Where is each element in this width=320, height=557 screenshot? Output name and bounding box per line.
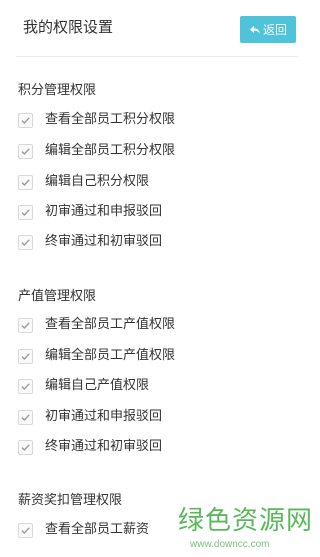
permission-checkbox[interactable] [18,143,33,159]
page-title: 我的权限设置 [23,18,114,36]
permission-row[interactable]: 初审通过和申报驳回 [18,406,162,428]
check-icon [21,116,30,124]
permission-row[interactable]: 查看全部员工积分权限 [18,109,175,131]
check-icon [21,178,30,186]
section-title-output: 产值管理权限 [18,289,97,304]
permission-label: 编辑自己产值权限 [45,378,150,393]
check-icon [21,321,30,329]
permission-row[interactable]: 查看全部员工产值权限 [18,314,175,336]
check-icon [21,147,30,155]
permission-row[interactable]: 编辑自己产值权限 [18,375,149,397]
check-icon [21,208,30,216]
permission-checkbox[interactable] [18,174,33,190]
back-arrow-icon [249,24,261,36]
header-divider [16,56,298,57]
permission-checkbox[interactable] [18,204,33,220]
back-button[interactable]: 返回 [240,16,296,43]
permission-checkbox[interactable] [18,112,33,128]
section-title-salary: 薪资奖扣管理权限 [18,493,123,508]
permission-checkbox[interactable] [18,439,33,455]
check-icon [21,526,30,534]
permission-checkbox[interactable] [18,522,33,538]
permission-checkbox[interactable] [18,378,33,394]
permission-label: 编辑全部员工产值权限 [45,348,176,363]
permission-label: 查看全部员工积分权限 [45,112,176,127]
permission-row[interactable]: 初审通过和申报驳回 [18,201,162,223]
permission-label: 查看全部员工薪资 [45,522,150,537]
check-icon [21,413,30,421]
permission-row[interactable]: 编辑全部员工产值权限 [18,345,175,367]
back-button-label: 返回 [262,23,287,37]
check-icon [21,238,30,246]
permission-label: 编辑全部员工积分权限 [45,143,176,158]
permission-checkbox[interactable] [18,317,33,333]
permission-row[interactable]: 编辑自己积分权限 [18,171,149,193]
watermark-url: www.downcc.com [190,539,270,550]
watermark: 绿色资源网 www.downcc.com [178,505,312,551]
check-icon [21,382,30,390]
section-title-points: 积分管理权限 [18,83,97,98]
check-icon [21,443,30,451]
permission-row[interactable]: 终审通过和初审驳回 [18,231,162,253]
permission-label: 查看全部员工产值权限 [45,317,176,332]
check-icon [21,352,30,360]
permission-row[interactable]: 编辑全部员工积分权限 [18,140,175,162]
permission-label: 终审通过和初审驳回 [45,234,163,249]
permission-checkbox[interactable] [18,234,33,250]
permission-label: 终审通过和初审驳回 [45,439,163,454]
permission-label: 初审通过和申报驳回 [45,204,163,219]
permission-row[interactable]: 查看全部员工薪资 [18,519,149,541]
permission-checkbox[interactable] [18,409,33,425]
permission-label: 编辑自己积分权限 [45,174,150,189]
permission-checkbox[interactable] [18,348,33,364]
page-header: 我的权限设置 返回 [0,0,314,57]
watermark-text: 绿色资源网 [178,506,314,536]
permission-row[interactable]: 终审通过和初审驳回 [18,436,162,458]
permission-label: 初审通过和申报驳回 [45,409,163,424]
